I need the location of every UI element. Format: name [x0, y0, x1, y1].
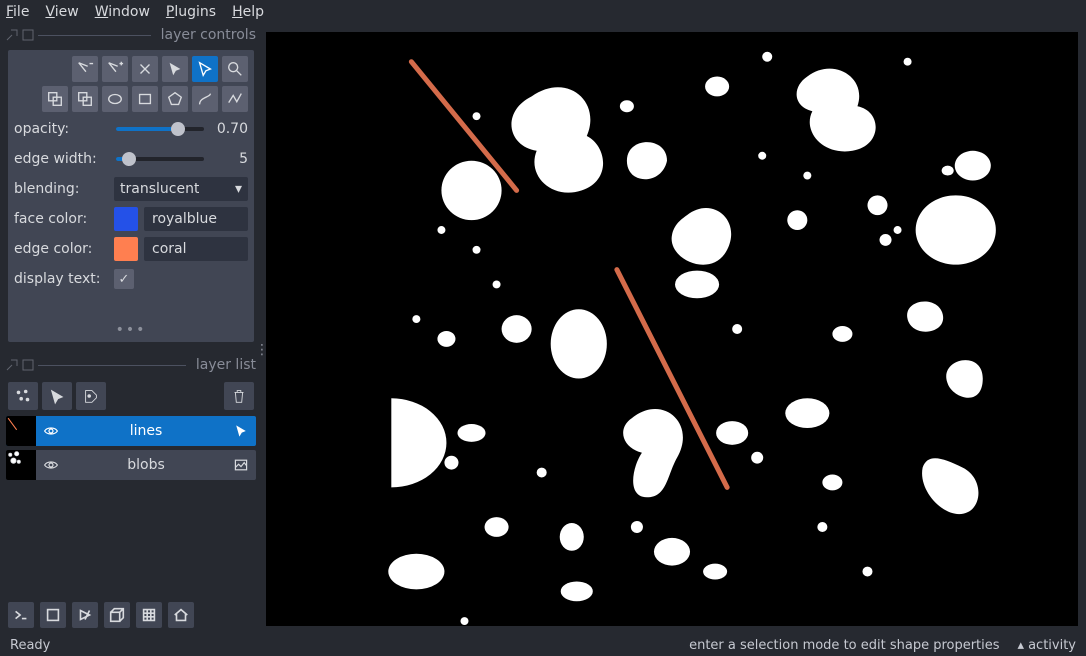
delete-layer-button[interactable] [224, 382, 254, 410]
tool-path[interactable] [222, 86, 248, 112]
menu-plugins[interactable]: Plugins [166, 4, 216, 20]
ndisplay-button[interactable] [104, 602, 130, 628]
canvas[interactable] [266, 32, 1078, 626]
chevron-down-icon: ▾ [235, 181, 242, 197]
console-button[interactable] [8, 602, 34, 628]
edgewidth-slider[interactable] [116, 157, 204, 161]
menu-file[interactable]: File [6, 4, 29, 20]
image-icon [226, 457, 256, 473]
facecolor-input[interactable]: royalblue [144, 207, 248, 231]
canvas-area [262, 24, 1086, 634]
status-hint: enter a selection mode to edit shape pro… [689, 638, 999, 653]
tool-add-vertex[interactable] [102, 56, 128, 82]
layer-thumb [6, 416, 36, 446]
menubar: File View Window Plugins Help [0, 0, 1086, 24]
close-panel-icon[interactable] [22, 29, 34, 41]
opacity-label: opacity: [14, 121, 108, 137]
layer-row-blobs[interactable]: blobs [6, 450, 256, 480]
layer-controls-header: layer controls [0, 24, 262, 46]
grid-button[interactable] [136, 602, 162, 628]
facecolor-label: face color: [14, 211, 108, 227]
edgecolor-label: edge color: [14, 241, 108, 257]
visibility-toggle[interactable] [36, 450, 66, 480]
tool-select[interactable] [162, 56, 188, 82]
visibility-toggle[interactable] [36, 416, 66, 446]
undock-icon[interactable] [6, 29, 18, 41]
roll-button[interactable] [40, 602, 66, 628]
tool-move-front[interactable] [42, 86, 68, 112]
layer-controls-title: layer controls [155, 27, 256, 43]
tool-line[interactable] [192, 86, 218, 112]
layer-controls-panel: opacity: 0.70 edge width: 5 blending: tr… [8, 50, 254, 342]
opacity-value: 0.70 [212, 121, 248, 137]
status-ready: Ready [10, 638, 50, 653]
tool-delete-shape[interactable] [132, 56, 158, 82]
sidebar: layer controls opacity: [0, 24, 262, 634]
undock-icon[interactable] [6, 359, 18, 371]
layer-list-header: layer list [0, 354, 262, 376]
displaytext-checkbox[interactable] [114, 269, 134, 289]
edgewidth-value: 5 [212, 151, 248, 167]
close-panel-icon[interactable] [22, 359, 34, 371]
tool-zoom[interactable] [222, 56, 248, 82]
chevron-up-icon: ▴ [1018, 638, 1025, 653]
tool-rectangle[interactable] [132, 86, 158, 112]
layer-row-lines[interactable]: lines [6, 416, 256, 446]
tool-remove-vertex[interactable] [72, 56, 98, 82]
tool-direct-select[interactable] [192, 56, 218, 82]
shapes-icon [226, 423, 256, 439]
viewer-buttons [0, 596, 262, 634]
edgecolor-swatch[interactable] [114, 237, 138, 261]
layer-name: blobs [66, 457, 226, 473]
more-icon[interactable]: ••• [14, 322, 248, 336]
activity-button[interactable]: ▴ activity [1018, 638, 1076, 653]
new-points-button[interactable] [8, 382, 38, 410]
layer-list-title: layer list [190, 357, 256, 373]
menu-view[interactable]: View [45, 4, 78, 20]
facecolor-swatch[interactable] [114, 207, 138, 231]
menu-window[interactable]: Window [95, 4, 150, 20]
new-labels-button[interactable] [76, 382, 106, 410]
edgewidth-label: edge width: [14, 151, 108, 167]
transpose-button[interactable] [72, 602, 98, 628]
blending-select[interactable]: translucent ▾ [114, 177, 248, 201]
layer-thumb [6, 450, 36, 480]
status-bar: Ready enter a selection mode to edit sha… [0, 634, 1086, 656]
edgecolor-input[interactable]: coral [144, 237, 248, 261]
tool-polygon[interactable] [162, 86, 188, 112]
tool-move-back[interactable] [72, 86, 98, 112]
layer-list-panel: lines blobs [6, 380, 256, 480]
new-shapes-button[interactable] [42, 382, 72, 410]
opacity-slider[interactable] [116, 127, 204, 131]
displaytext-label: display text: [14, 271, 108, 287]
layer-name: lines [66, 423, 226, 439]
blending-label: blending: [14, 181, 108, 197]
blending-value: translucent [120, 181, 199, 197]
tool-ellipse[interactable] [102, 86, 128, 112]
home-button[interactable] [168, 602, 194, 628]
menu-help[interactable]: Help [232, 4, 264, 20]
